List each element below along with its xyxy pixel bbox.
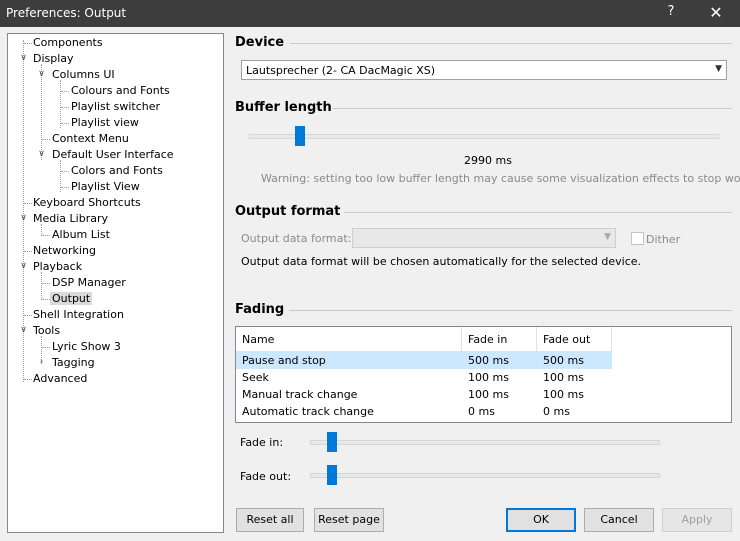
collapse-playback-icon[interactable]: ∨: [19, 262, 28, 271]
tree-item-lyric-show-3[interactable]: Lyric Show 3: [50, 339, 123, 355]
help-button[interactable]: ?: [663, 4, 679, 19]
cell-fade-in: 500 ms: [468, 354, 509, 367]
tree-item-components[interactable]: Components: [31, 35, 105, 51]
tree-item-colours-and-fonts[interactable]: Colours and Fonts: [69, 83, 172, 99]
tree-item-playlist-view-dui[interactable]: Playlist View: [69, 179, 142, 195]
cell-fade-out: 500 ms: [543, 354, 584, 367]
fading-heading: Fading: [235, 302, 285, 317]
close-button[interactable]: ✕: [704, 3, 728, 22]
collapse-default-ui-icon[interactable]: ∨: [37, 150, 46, 159]
tree-item-media-library[interactable]: Media Library: [31, 211, 110, 227]
cell-name: Manual track change: [242, 388, 358, 401]
column-header-fade-out[interactable]: Fade out: [537, 327, 612, 352]
chevron-down-icon: ▼: [715, 64, 722, 74]
dither-checkbox[interactable]: [631, 232, 644, 245]
collapse-columns-ui-icon[interactable]: ∨: [37, 70, 46, 79]
cell-name: Automatic track change: [242, 405, 374, 418]
tree-item-keyboard-shortcuts[interactable]: Keyboard Shortcuts: [31, 195, 143, 211]
table-row[interactable]: Seek 100 ms 100 ms: [236, 369, 612, 386]
table-row[interactable]: Manual track change 100 ms 100 ms: [236, 386, 612, 403]
tree-item-playlist-switcher[interactable]: Playlist switcher: [69, 99, 162, 115]
fading-table[interactable]: Name Fade in Fade out Pause and stop 500…: [235, 326, 732, 423]
tree-item-display[interactable]: Display: [31, 51, 76, 67]
device-select[interactable]: Lautsprecher (2- CA DacMagic XS) ▼: [241, 60, 727, 80]
preferences-tree[interactable]: ∨ ∨ ∨ ∨ ∨ ∨ › Components Display Columns…: [7, 33, 224, 533]
cell-fade-out: 100 ms: [543, 371, 584, 384]
cell-name: Seek: [242, 371, 269, 384]
chevron-down-icon: ▼: [604, 232, 611, 242]
tree-item-colors-and-fonts[interactable]: Colors and Fonts: [69, 163, 165, 179]
tree-item-shell-integration[interactable]: Shell Integration: [31, 307, 126, 323]
tree-item-album-list[interactable]: Album List: [50, 227, 112, 243]
cell-fade-in: 0 ms: [468, 405, 495, 418]
cancel-button[interactable]: Cancel: [584, 508, 654, 532]
cell-fade-out: 0 ms: [543, 405, 570, 418]
fade-in-slider-thumb[interactable]: [326, 432, 337, 452]
apply-button[interactable]: Apply: [662, 508, 732, 532]
tree-item-tagging[interactable]: Tagging: [50, 355, 97, 371]
title-bar: Preferences: Output ? ✕: [0, 0, 740, 27]
buffer-length-slider-track[interactable]: [249, 134, 719, 139]
output-format-heading: Output format: [235, 204, 341, 219]
tree-item-advanced[interactable]: Advanced: [31, 371, 89, 387]
cell-fade-in: 100 ms: [468, 388, 509, 401]
reset-all-button[interactable]: Reset all: [236, 508, 304, 532]
output-format-divider: [344, 212, 732, 213]
buffer-divider: [332, 108, 732, 109]
tree-item-context-menu[interactable]: Context Menu: [50, 131, 131, 147]
fade-in-label: Fade in:: [240, 436, 284, 449]
tree-item-networking[interactable]: Networking: [31, 243, 98, 259]
cell-fade-out: 100 ms: [543, 388, 584, 401]
tree-item-tools[interactable]: Tools: [31, 323, 62, 339]
tree-item-default-user-interface[interactable]: Default User Interface: [50, 147, 176, 163]
fade-out-label: Fade out:: [240, 470, 292, 483]
tree-item-playback[interactable]: Playback: [31, 259, 84, 275]
column-header-name[interactable]: Name: [236, 327, 462, 352]
fade-in-slider-track[interactable]: [310, 440, 660, 445]
table-row[interactable]: Automatic track change 0 ms 0 ms: [236, 403, 612, 420]
tree-item-playlist-view[interactable]: Playlist view: [69, 115, 141, 131]
fading-divider: [289, 310, 732, 311]
reset-page-button[interactable]: Reset page: [314, 508, 384, 532]
device-select-value: Lautsprecher (2- CA DacMagic XS): [246, 64, 436, 77]
window-title: Preferences: Output: [6, 6, 127, 20]
dither-label[interactable]: Dither: [646, 233, 680, 246]
table-row[interactable]: Pause and stop 500 ms 500 ms: [236, 352, 612, 369]
fade-out-slider-track[interactable]: [310, 473, 660, 478]
ok-button[interactable]: OK: [506, 508, 576, 532]
tree-item-columns-ui[interactable]: Columns UI: [50, 67, 117, 83]
cell-name: Pause and stop: [242, 354, 326, 367]
device-heading: Device: [235, 35, 285, 50]
output-data-format-label: Output data format:: [241, 232, 352, 245]
buffer-warning-text: Warning: setting too low buffer length m…: [261, 172, 740, 185]
buffer-length-slider-thumb[interactable]: [294, 126, 305, 146]
fade-out-slider-thumb[interactable]: [326, 465, 337, 485]
buffer-length-heading: Buffer length: [235, 100, 332, 115]
buffer-length-value: 2990 ms: [464, 154, 512, 167]
expand-tagging-icon[interactable]: ›: [37, 358, 46, 367]
collapse-media-library-icon[interactable]: ∨: [19, 214, 28, 223]
tree-item-dsp-manager[interactable]: DSP Manager: [50, 275, 128, 291]
device-divider: [290, 43, 732, 44]
collapse-display-icon[interactable]: ∨: [19, 54, 28, 63]
output-format-note: Output data format will be chosen automa…: [241, 255, 642, 268]
cell-fade-in: 100 ms: [468, 371, 509, 384]
tree-item-output[interactable]: Output: [50, 291, 93, 307]
column-header-fade-in[interactable]: Fade in: [462, 327, 537, 352]
collapse-tools-icon[interactable]: ∨: [19, 326, 28, 335]
output-data-format-select[interactable]: ▼: [352, 228, 616, 248]
